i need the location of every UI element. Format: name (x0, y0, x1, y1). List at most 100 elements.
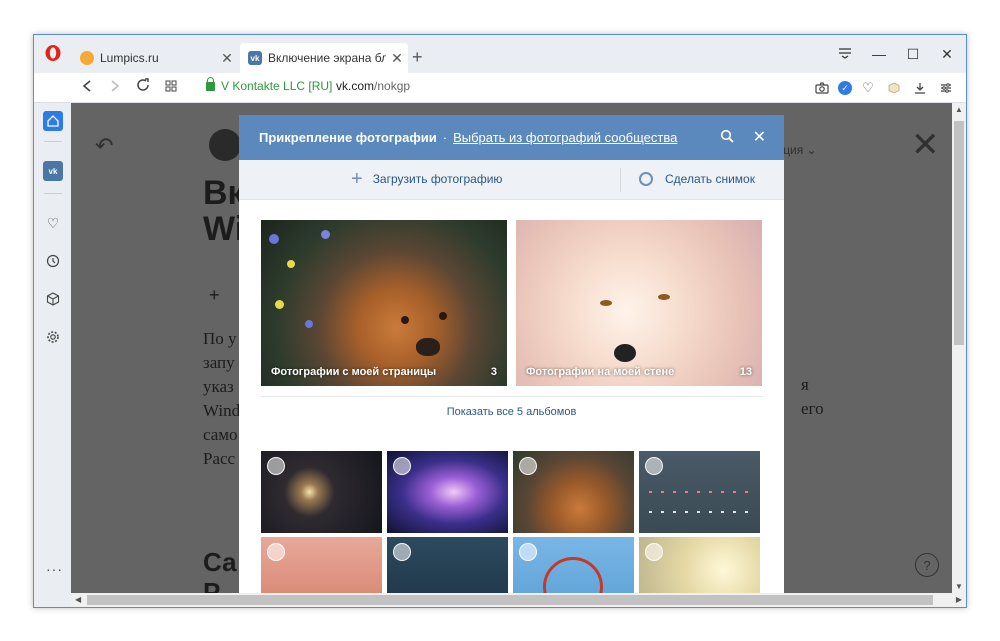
sidebar-more-icon[interactable]: ··· (46, 561, 63, 577)
photo-detail (600, 300, 612, 306)
heart-icon[interactable]: ♡ (858, 78, 878, 98)
secure-connection-badge[interactable]: V Kontakte LLC [RU] (206, 76, 332, 93)
scroll-left-icon[interactable]: ◀ (75, 593, 81, 607)
new-tab-button[interactable]: + (412, 47, 423, 68)
tab-menu-icon[interactable] (830, 43, 860, 65)
webcam-icon (639, 172, 653, 186)
album-profile-photos[interactable]: Фотографии с моей страницы 3 (261, 220, 507, 386)
avatar (209, 129, 241, 161)
photo-thumb[interactable] (639, 451, 760, 533)
scroll-thumb[interactable] (87, 595, 933, 605)
bookmarks-heart-icon[interactable]: ♡ (43, 213, 63, 233)
photo-detail (439, 312, 447, 320)
album-count: 3 (490, 366, 497, 378)
horizontal-scrollbar[interactable]: ◀ ▶ (71, 593, 966, 607)
speed-dial-icon[interactable] (160, 77, 182, 99)
albums-row: Фотографии с моей страницы 3 Фотографии … (261, 220, 763, 386)
paragraph-line: Wind (203, 401, 241, 420)
photo-thumb[interactable] (639, 537, 760, 593)
tab-vk[interactable]: vk Включение экрана блокир ✕ (240, 43, 408, 73)
tab-close-icon[interactable]: ✕ (386, 50, 408, 67)
back-button[interactable] (76, 77, 98, 99)
dialog-toolbar: + Загрузить фотографию Сделать снимок (239, 160, 784, 200)
settings-gear-icon[interactable] (43, 327, 63, 347)
select-photo-checkbox[interactable] (393, 457, 411, 475)
photo-detail (416, 338, 440, 356)
photo-detail (321, 230, 330, 239)
scroll-down-icon[interactable]: ▼ (952, 582, 966, 591)
select-photo-checkbox[interactable] (645, 457, 663, 475)
select-photo-checkbox[interactable] (519, 457, 537, 475)
tab-close-icon[interactable]: ✕ (216, 50, 238, 67)
photo-thumb[interactable] (513, 537, 634, 593)
opera-logo-icon[interactable] (44, 44, 62, 62)
photo-thumb[interactable] (261, 537, 382, 593)
dialog-header: Прикрепление фотографии · Выбрать из фот… (239, 115, 784, 160)
take-snapshot-button[interactable]: Сделать снимок (639, 172, 755, 186)
paragraph-line: само (203, 425, 238, 444)
extensions-cube-icon[interactable] (43, 289, 63, 309)
scroll-up-icon[interactable]: ▲ (952, 105, 966, 114)
close-overlay-icon: ✕ (911, 126, 940, 164)
attach-photo-dialog: Прикрепление фотографии · Выбрать из фот… (239, 115, 784, 593)
paragraph-line: По у (203, 329, 237, 348)
address-bar-actions: ✓ ♡ (812, 78, 956, 98)
select-photo-checkbox[interactable] (393, 543, 411, 561)
address-bar: V Kontakte LLC [RU] vk.com/nokgp ✓ ♡ (34, 73, 966, 103)
vertical-scrollbar[interactable]: ▲ ▼ (952, 103, 966, 593)
browser-window: Lumpics.ru ✕ vk Включение экрана блокир … (33, 34, 967, 608)
search-icon[interactable] (720, 129, 734, 146)
reload-icon[interactable] (132, 77, 154, 99)
extension-cube-icon[interactable] (884, 78, 904, 98)
select-photo-checkbox[interactable] (519, 543, 537, 561)
vk-sidebar-icon[interactable]: vk (43, 161, 63, 181)
forward-button[interactable] (104, 77, 126, 99)
sidebar-divider (44, 193, 62, 194)
show-all-albums-link[interactable]: Показать все 5 альбомов (239, 406, 784, 418)
photo-thumb[interactable] (261, 451, 382, 533)
lumpics-favicon-icon (80, 51, 94, 65)
photo-thumb[interactable] (513, 451, 634, 533)
upload-label: Загрузить фотографию (372, 172, 503, 186)
url-field[interactable]: vk.com/nokgp (336, 79, 410, 93)
photo-detail (614, 344, 636, 362)
scroll-right-icon[interactable]: ▶ (956, 593, 962, 607)
choose-community-photos-link[interactable]: Выбрать из фотографий сообщества (453, 130, 677, 145)
article-subheading: Са Р (203, 547, 237, 593)
photo-detail (269, 234, 279, 244)
photo-detail (649, 491, 749, 493)
easy-setup-icon[interactable] (936, 78, 956, 98)
photo-thumb[interactable] (387, 537, 508, 593)
photo-thumb[interactable] (387, 451, 508, 533)
sidebar-divider (44, 141, 62, 142)
shield-check-icon[interactable]: ✓ (838, 81, 852, 95)
select-photo-checkbox[interactable] (267, 457, 285, 475)
tab-lumpics[interactable]: Lumpics.ru ✕ (72, 43, 238, 73)
close-icon[interactable]: ✕ (753, 127, 766, 147)
vk-favicon-icon: vk (248, 51, 262, 65)
album-count: 13 (739, 366, 752, 378)
lock-icon (206, 76, 215, 91)
paragraph-line: Расс (203, 449, 236, 468)
paragraph-line: запу (203, 353, 235, 372)
home-icon[interactable] (43, 111, 63, 131)
download-icon[interactable] (910, 78, 930, 98)
scroll-thumb[interactable] (954, 121, 964, 345)
tab-title: Lumpics.ru (100, 51, 159, 65)
history-clock-icon[interactable] (43, 251, 63, 271)
photo-detail (275, 300, 284, 309)
maximize-button[interactable]: ☐ (898, 43, 928, 65)
album-wall-photos[interactable]: Фотографии на моей стене 13 (516, 220, 762, 386)
photo-detail (305, 320, 313, 328)
back-arrow-icon: ↶ (95, 133, 114, 158)
title-separator: · (442, 130, 448, 145)
albums-divider (261, 396, 763, 397)
select-photo-checkbox[interactable] (645, 543, 663, 561)
close-window-button[interactable]: ✕ (932, 43, 962, 65)
upload-photo-button[interactable]: + Загрузить фотографию (351, 169, 503, 189)
select-photo-checkbox[interactable] (267, 543, 285, 561)
photo-detail (543, 557, 603, 593)
camera-icon[interactable] (812, 78, 832, 98)
minimize-button[interactable]: — (864, 43, 894, 65)
album-caption: Фотографии с моей страницы (271, 366, 437, 378)
